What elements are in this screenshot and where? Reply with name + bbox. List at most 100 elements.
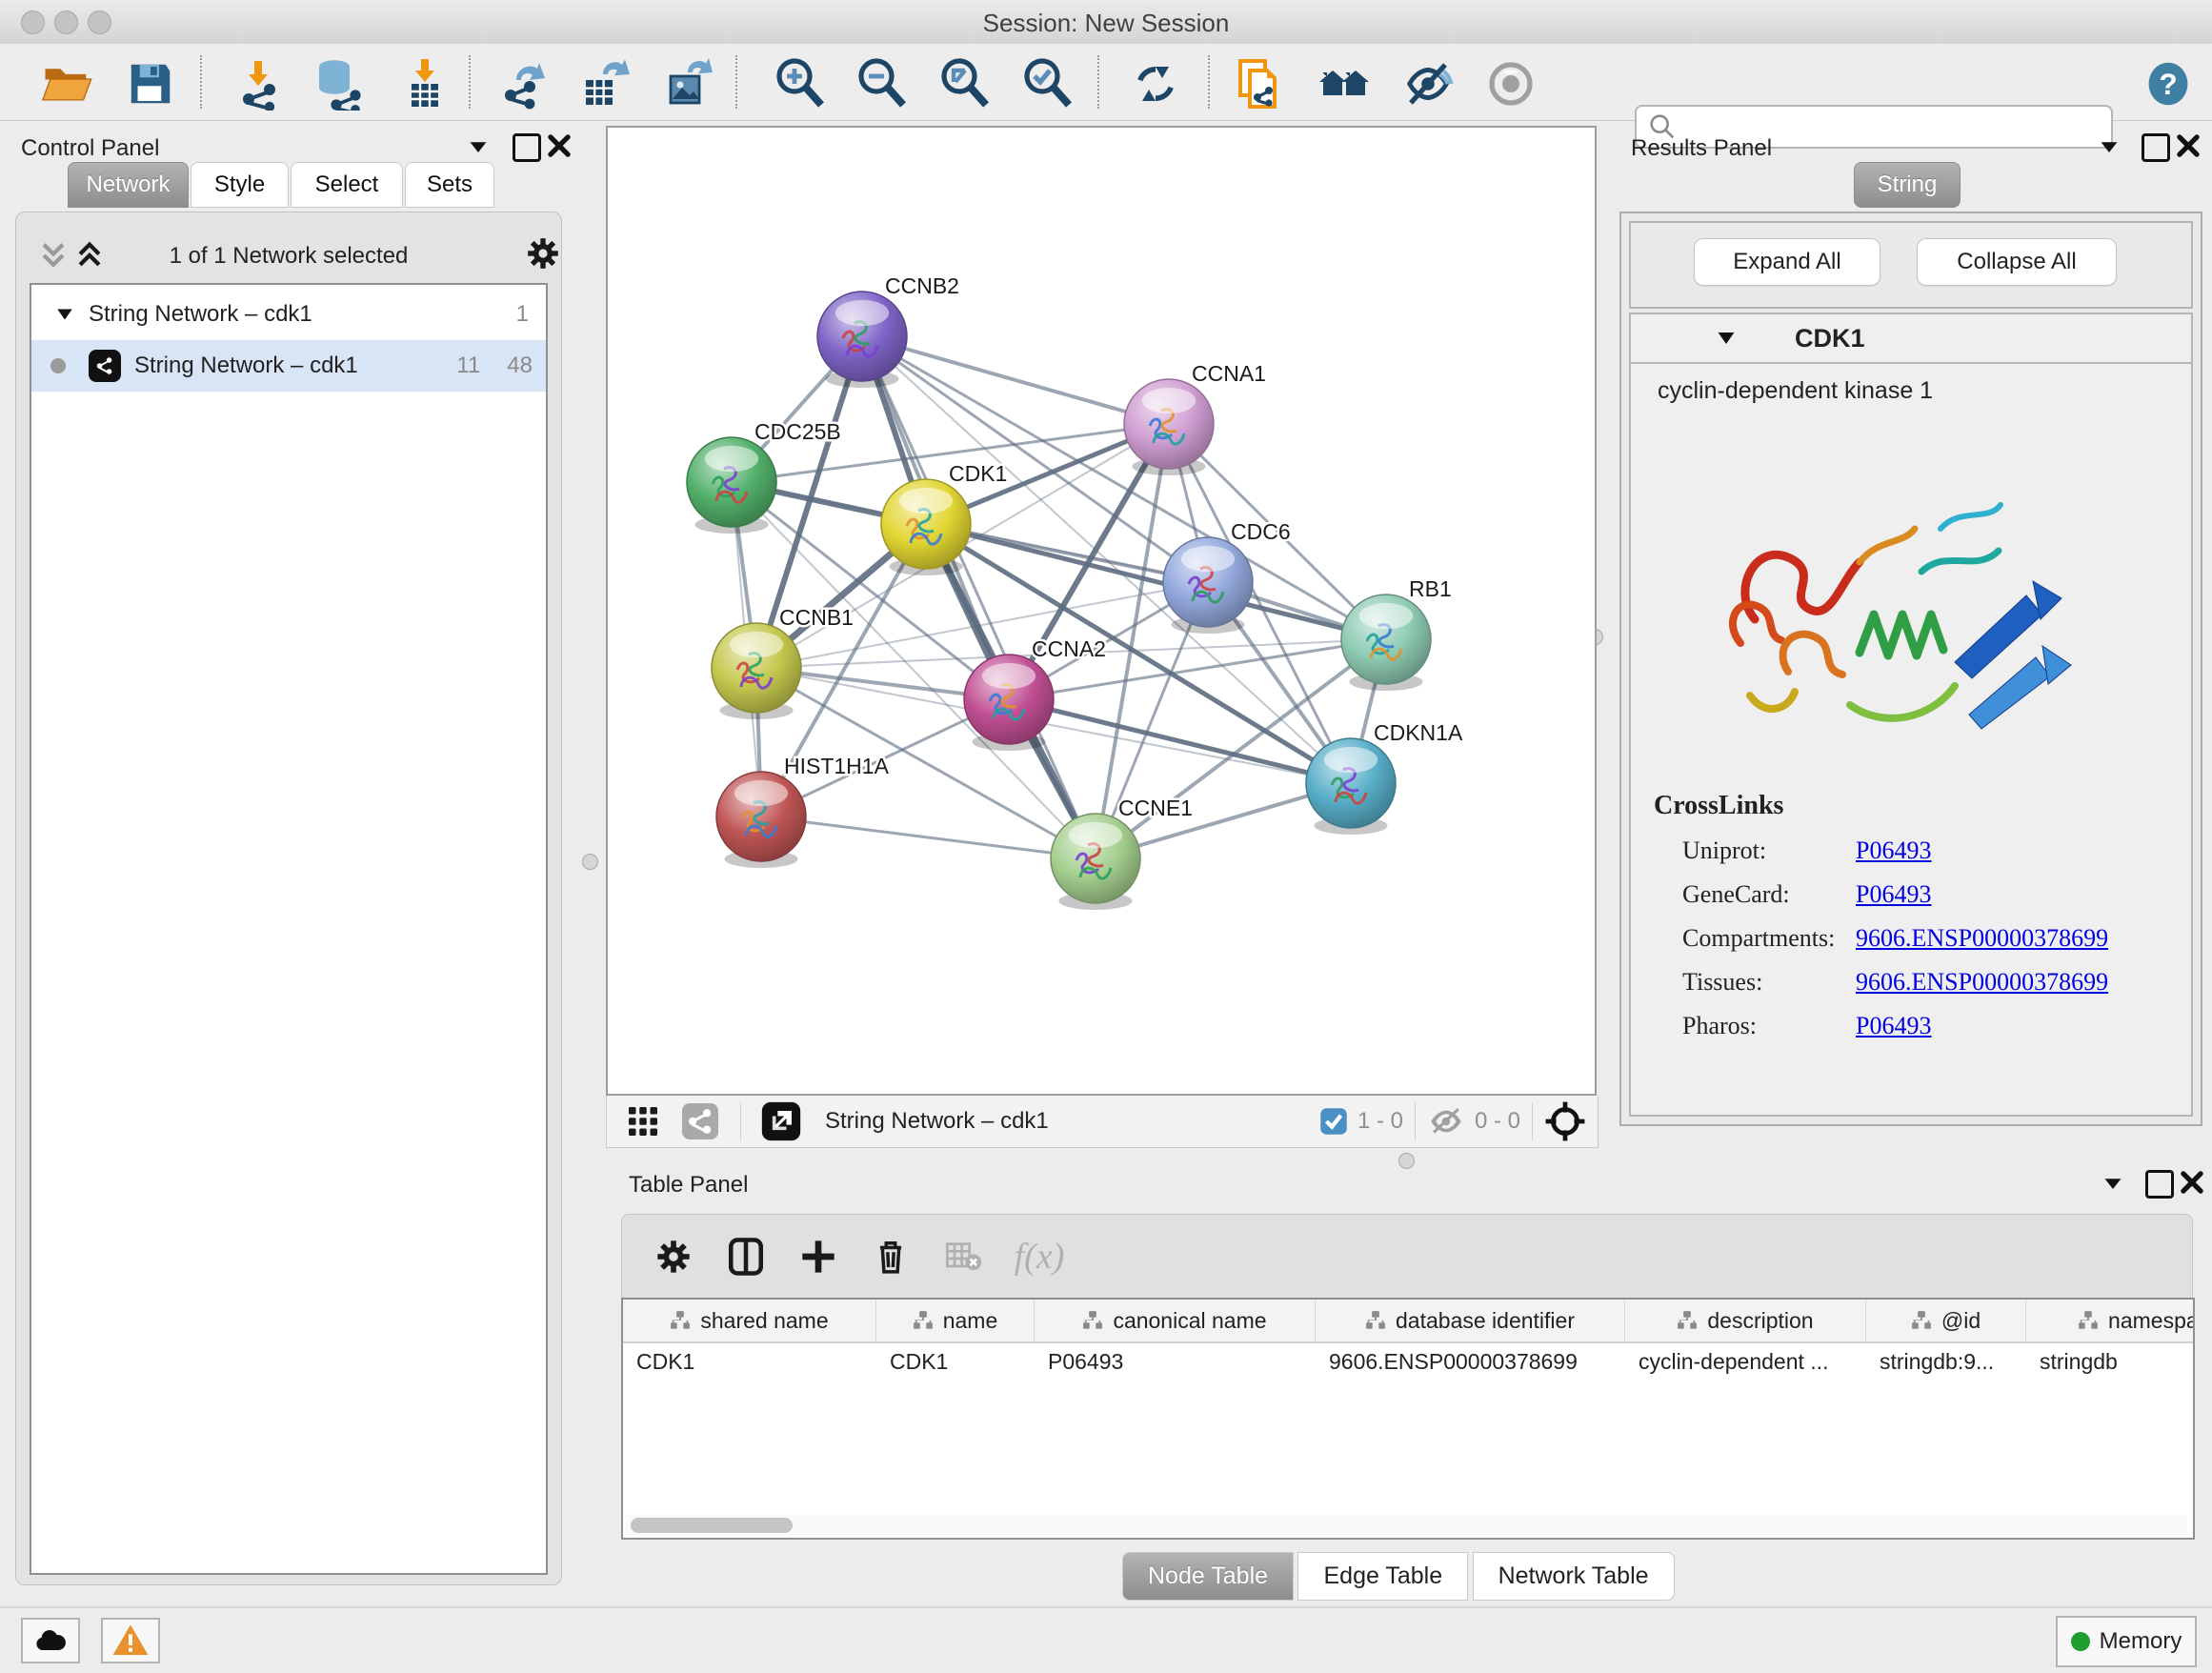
table-settings-gear-icon[interactable] (645, 1228, 702, 1285)
network-node-CDKN1A[interactable]: CDKN1A (1306, 720, 1463, 835)
network-edge-CCNB2-CCNE1[interactable] (862, 336, 1096, 858)
tab-node-table[interactable]: Node Table (1122, 1552, 1294, 1601)
node-table-row[interactable]: CDK1CDK1P064939606.ENSP00000378699cyclin… (623, 1341, 2195, 1381)
import-network-database-icon[interactable] (312, 57, 365, 111)
crosslink-link[interactable]: P06493 (1856, 836, 1931, 865)
tab-sets[interactable]: Sets (405, 162, 494, 208)
column-header-description[interactable]: description (1625, 1300, 1866, 1341)
hide-selected-icon[interactable] (1401, 57, 1455, 111)
network-node-CCNB2[interactable]: CCNB2 (817, 273, 959, 388)
network-node-HIST1H1A[interactable]: HIST1H1A (716, 754, 890, 868)
delete-column-icon[interactable] (862, 1228, 919, 1285)
tab-network[interactable]: Network (68, 162, 189, 208)
control-panel-collapse-icon[interactable] (467, 135, 490, 158)
zoom-selected-icon[interactable] (1021, 57, 1075, 111)
create-column-icon[interactable] (790, 1228, 847, 1285)
save-session-icon[interactable] (124, 57, 177, 111)
column-header-database-identifier[interactable]: database identifier (1316, 1300, 1625, 1341)
scrollbar-thumb[interactable] (631, 1518, 793, 1533)
crosslink-link[interactable]: P06493 (1856, 880, 1931, 909)
collection-expander-icon[interactable] (54, 304, 75, 325)
table-cell[interactable]: P06493 (1035, 1341, 1316, 1381)
network-node-CDK1[interactable]: CDK1 (881, 461, 1007, 575)
crosslink-row: Uniprot: P06493 (1654, 836, 2168, 880)
function-builder-icon[interactable]: f(x) (1011, 1228, 1068, 1285)
toolbar-separator (469, 55, 471, 109)
zoom-fit-icon[interactable] (938, 57, 992, 111)
open-in-new-window-icon[interactable] (753, 1093, 810, 1150)
string-network-graph[interactable]: CCNB2CCNA1CDC25BCDK1CDC6RB1CCNB1CCNA2CDK… (608, 128, 1595, 1094)
table-horizontal-scrollbar[interactable] (625, 1515, 2187, 1536)
show-all-icon[interactable] (1484, 57, 1538, 111)
expand-all-button[interactable]: Expand All (1694, 238, 1880, 286)
network-node-CCNA1[interactable]: CCNA1 (1124, 361, 1266, 475)
tab-edge-table[interactable]: Edge Table (1297, 1552, 1468, 1601)
refresh-icon[interactable] (1129, 57, 1182, 111)
results-panel-close-icon[interactable] (2176, 133, 2201, 158)
column-header-shared-name[interactable]: shared name (623, 1300, 876, 1341)
network-options-gear-icon[interactable] (525, 235, 561, 272)
column-header-label: shared name (700, 1308, 828, 1334)
table-panel-collapse-icon[interactable] (2101, 1172, 2124, 1195)
column-header-name[interactable]: name (876, 1300, 1035, 1341)
first-neighbors-icon[interactable] (1317, 57, 1371, 111)
left-splitter-handle[interactable] (582, 854, 598, 870)
import-network-file-icon[interactable] (231, 57, 285, 111)
help-icon[interactable]: ? (2142, 57, 2195, 111)
crosslink-link[interactable]: 9606.ENSP00000378699 (1856, 968, 2108, 997)
export-network-icon[interactable] (497, 57, 551, 111)
selected-checkbox-icon[interactable] (1319, 1107, 1348, 1136)
zoom-out-icon[interactable] (855, 57, 909, 111)
delete-table-icon-disabled[interactable] (935, 1228, 992, 1285)
results-panel-collapse-icon[interactable] (2098, 135, 2121, 158)
control-panel-float-icon[interactable] (513, 133, 541, 162)
tab-network-table[interactable]: Network Table (1473, 1552, 1675, 1601)
grid-view-icon[interactable] (614, 1093, 672, 1150)
table-cell[interactable]: cyclin-dependent ... (1625, 1341, 1866, 1381)
crosslink-label: Compartments: (1682, 924, 1835, 953)
birdseye-view-icon[interactable] (1544, 1100, 1586, 1142)
column-header--id[interactable]: @id (1866, 1300, 2026, 1341)
cloud-button[interactable] (21, 1618, 80, 1663)
show-columns-icon[interactable] (717, 1228, 774, 1285)
memory-button[interactable]: Memory (2056, 1616, 2197, 1667)
control-panel-close-icon[interactable] (547, 133, 572, 158)
network-edge-CCNB2-CCNA1[interactable] (862, 336, 1169, 424)
protein-card-header[interactable]: CDK1 (1631, 314, 2191, 364)
results-panel-float-icon[interactable] (2142, 133, 2170, 162)
crosslink-link[interactable]: P06493 (1856, 1012, 1931, 1040)
network-canvas[interactable]: CCNB2CCNA1CDC25BCDK1CDC6RB1CCNB1CCNA2CDK… (606, 126, 1597, 1096)
open-session-icon[interactable] (40, 57, 93, 111)
hidden-eye-icon[interactable] (1427, 1106, 1465, 1137)
collapse-all-button[interactable]: Collapse All (1917, 238, 2117, 286)
network-edge-HIST1H1A-CCNE1[interactable] (761, 816, 1096, 858)
svg-text:?: ? (2159, 67, 2177, 101)
warnings-button[interactable] (101, 1618, 160, 1663)
crosslink-link[interactable]: 9606.ENSP00000378699 (1856, 924, 2108, 953)
table-cell[interactable]: CDK1 (876, 1341, 1035, 1381)
table-cell[interactable]: CDK1 (623, 1341, 876, 1381)
table-cell[interactable]: stringdb:9... (1866, 1341, 2026, 1381)
network-node-CCNB1[interactable]: CCNB1 (712, 605, 854, 719)
network-view-share-icon[interactable] (672, 1093, 729, 1150)
import-table-file-icon[interactable] (398, 57, 452, 111)
control-panel: Control Panel Network Style Select Sets … (8, 120, 579, 1606)
tab-select[interactable]: Select (291, 162, 403, 208)
protein-expander-icon[interactable] (1715, 327, 1738, 350)
network-row[interactable]: String Network – cdk1 11 48 (31, 340, 546, 392)
tab-style[interactable]: Style (191, 162, 289, 208)
export-image-icon[interactable] (663, 57, 716, 111)
zoom-in-icon[interactable] (774, 57, 827, 111)
title-bar: Session: New Session (0, 0, 2212, 45)
table-panel-close-icon[interactable] (2180, 1170, 2204, 1195)
column-header-namespace[interactable]: namespace (2026, 1300, 2195, 1341)
network-collection-row[interactable]: String Network – cdk1 1 (31, 289, 546, 340)
network-node-RB1[interactable]: RB1 (1341, 576, 1452, 691)
table-cell[interactable]: stringdb (2026, 1341, 2195, 1381)
column-header-canonical-name[interactable]: canonical name (1035, 1300, 1316, 1341)
clone-network-icon[interactable] (1233, 57, 1286, 111)
tab-string[interactable]: String (1854, 162, 1961, 208)
export-table-icon[interactable] (580, 57, 633, 111)
table-cell[interactable]: 9606.ENSP00000378699 (1316, 1341, 1625, 1381)
table-panel-float-icon[interactable] (2145, 1170, 2174, 1199)
